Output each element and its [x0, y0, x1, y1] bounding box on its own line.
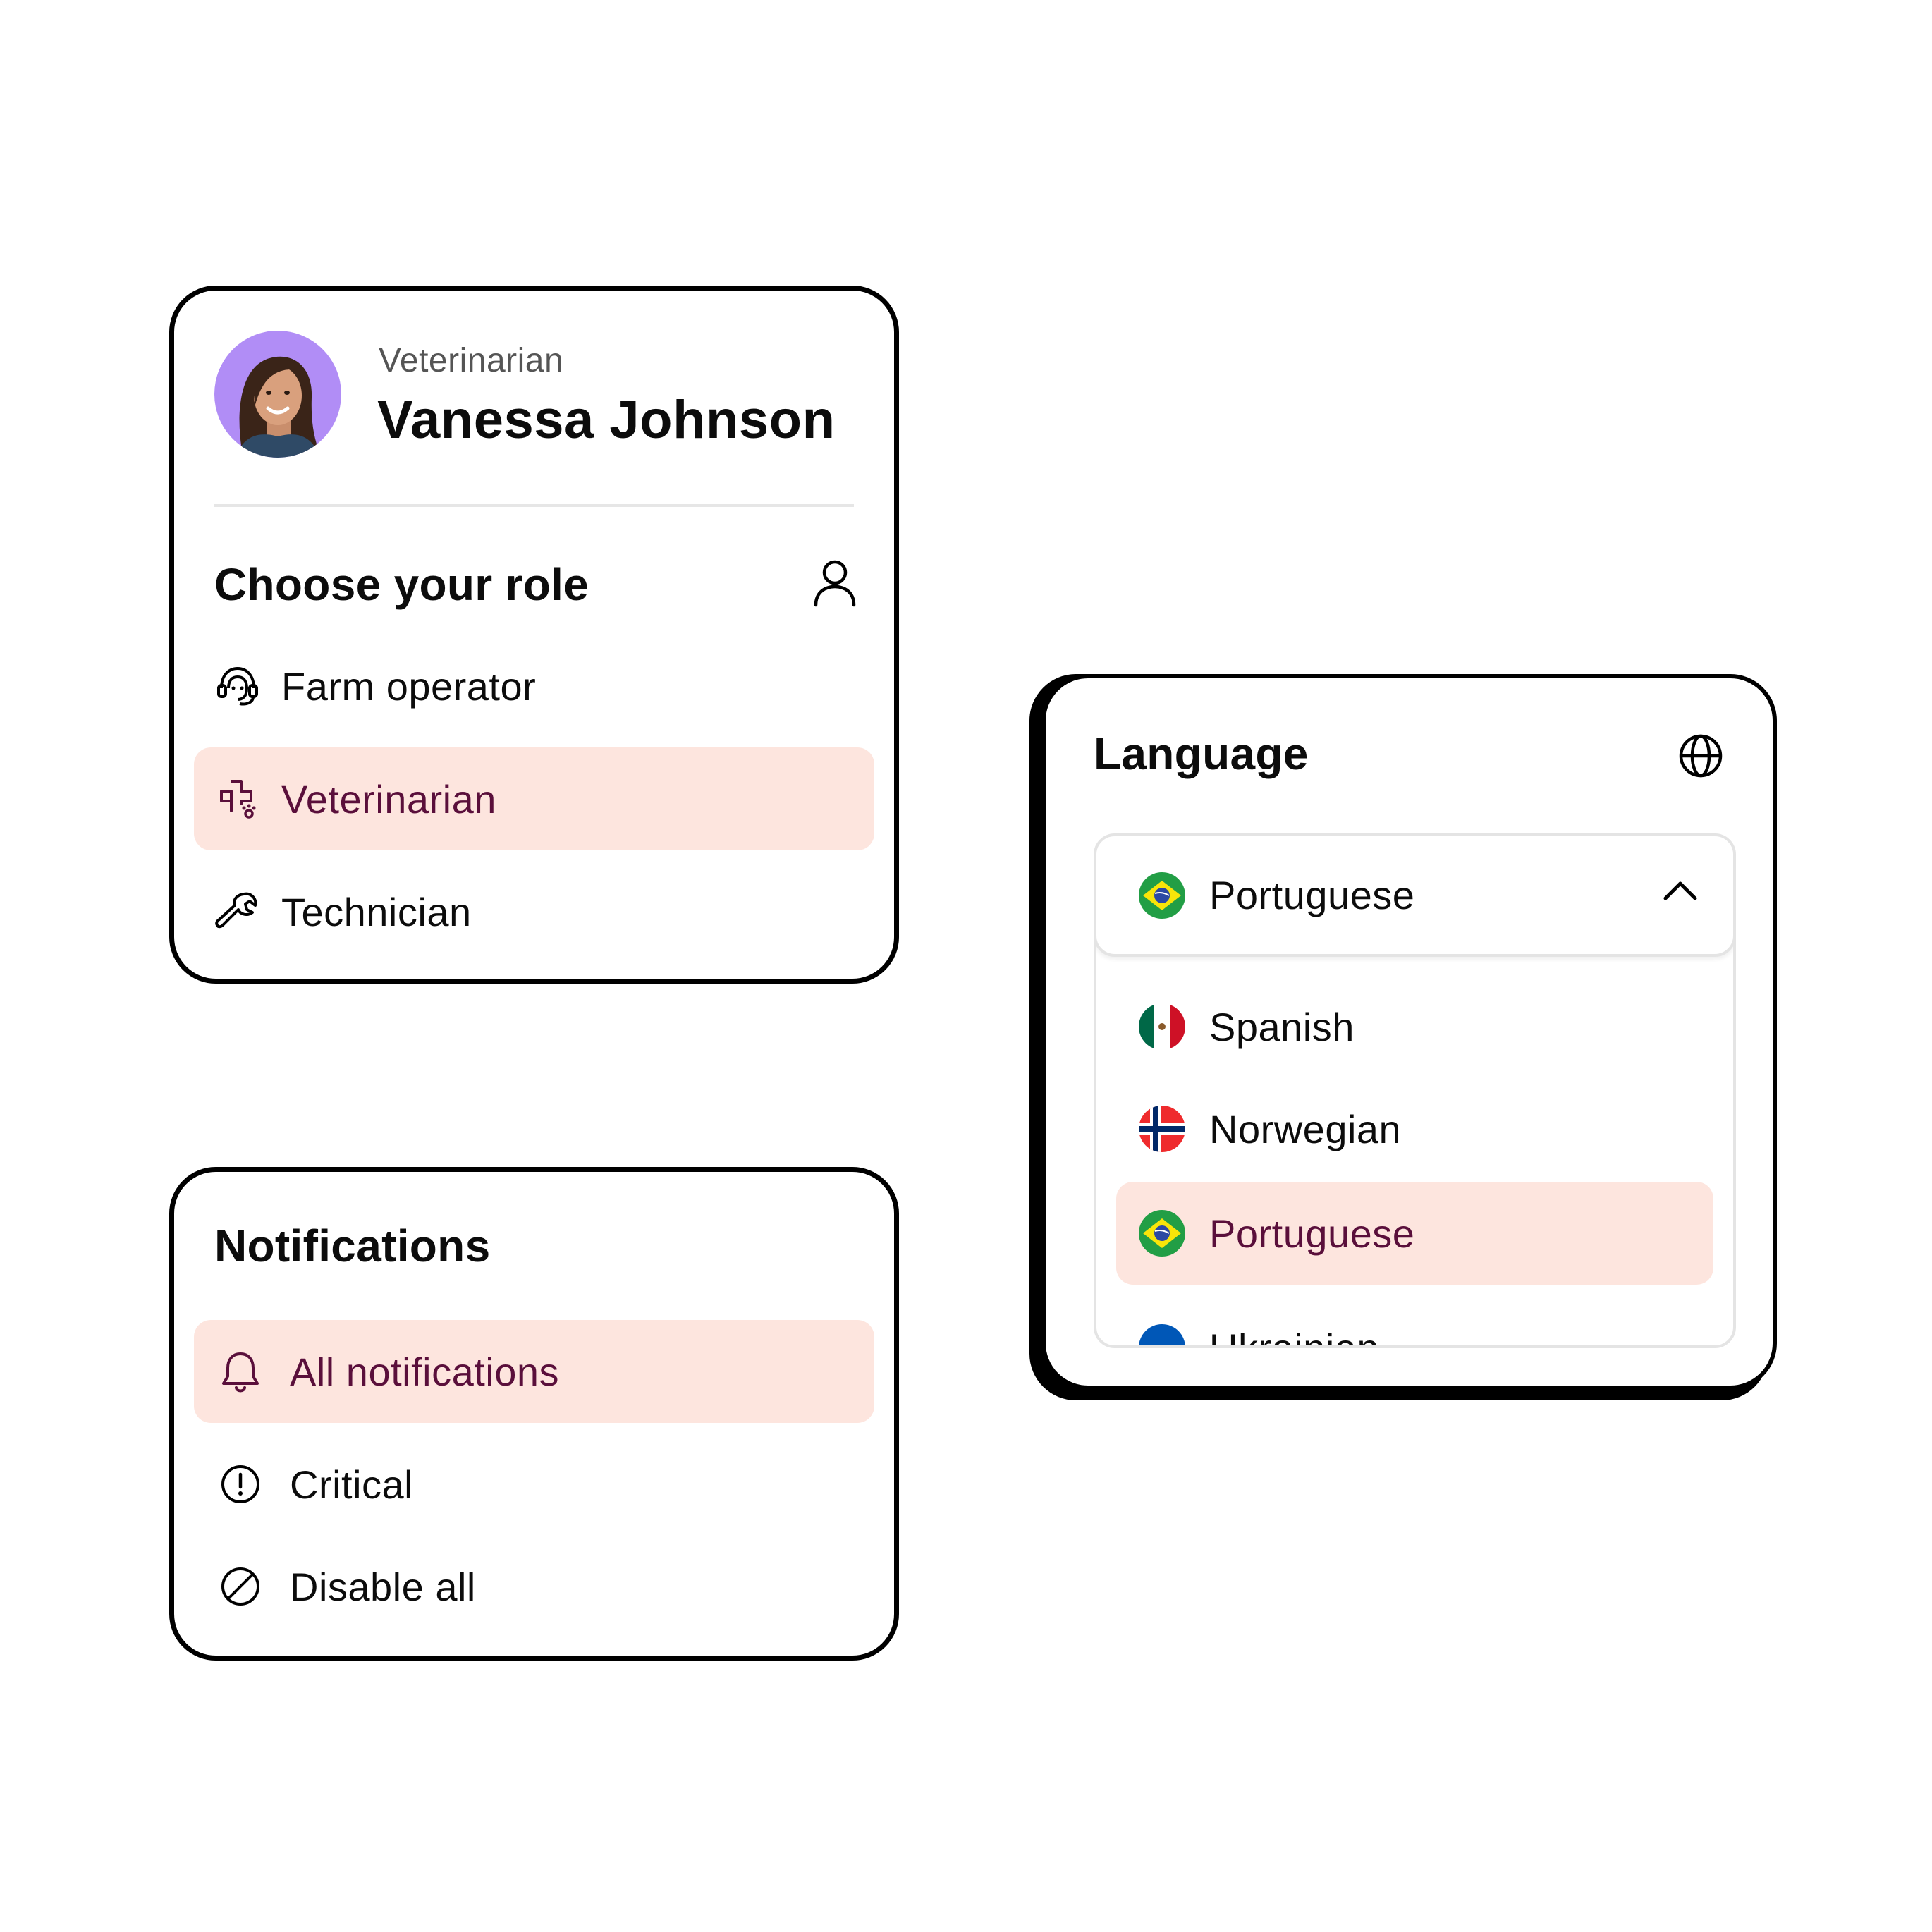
globe-icon [1678, 733, 1723, 778]
role-option-farm-operator[interactable]: Farm operator [194, 635, 874, 738]
role-option-label: Technician [281, 889, 472, 934]
brazil-flag-icon [1139, 872, 1185, 919]
language-card: Language Portuguese Spanish Norwegian Po… [1041, 674, 1777, 1390]
role-option-veterinarian[interactable]: Veterinarian [194, 747, 874, 850]
language-option-ukrainian[interactable]: Ukrainian [1096, 1302, 1733, 1348]
role-section-title: Choose your role [214, 559, 589, 610]
brazil-flag-icon [1139, 1210, 1185, 1257]
alert-circle-icon [218, 1462, 263, 1507]
role-option-technician[interactable]: Technician [194, 860, 874, 963]
avatar [214, 331, 341, 458]
paw-medical-icon [215, 776, 260, 821]
language-selected-value: Portuguese [1209, 873, 1415, 917]
wrench-icon [215, 889, 260, 934]
notifications-card: Notifications All notifications Critical [169, 1167, 899, 1661]
language-title: Language [1094, 728, 1309, 779]
language-option-label: Norwegian [1209, 1106, 1402, 1151]
divider [214, 504, 854, 507]
language-dropdown-panel: Portuguese Spanish Norwegian Portuguese [1094, 833, 1736, 1348]
headset-icon [215, 664, 260, 709]
chevron-up-icon[interactable] [1663, 880, 1698, 901]
role-option-label: Veterinarian [281, 776, 496, 821]
language-option-spanish[interactable]: Spanish [1096, 981, 1733, 1072]
notification-option-label: All notifications [290, 1349, 560, 1394]
notification-option-label: Disable all [290, 1564, 476, 1609]
block-icon [218, 1564, 263, 1609]
notification-option-label: Critical [290, 1462, 414, 1507]
language-option-label: Portuguese [1209, 1211, 1415, 1256]
user-icon [812, 558, 857, 608]
notification-option-all[interactable]: All notifications [194, 1320, 874, 1423]
profile-name: Vanessa Johnson [377, 390, 836, 450]
language-select-trigger[interactable]: Portuguese [1096, 836, 1733, 957]
language-option-label: Spanish [1209, 1004, 1355, 1049]
language-option-label: Ukrainian [1209, 1325, 1380, 1348]
ukraine-flag-icon [1139, 1324, 1185, 1345]
role-option-label: Farm operator [281, 664, 537, 709]
profile-role-caption: Veterinarian [379, 342, 564, 379]
language-option-portuguese[interactable]: Portuguese [1116, 1182, 1713, 1285]
norway-flag-icon [1139, 1106, 1185, 1152]
notifications-title: Notifications [214, 1221, 491, 1271]
language-option-norwegian[interactable]: Norwegian [1096, 1083, 1733, 1175]
bell-icon [218, 1349, 263, 1394]
notification-option-disable-all[interactable]: Disable all [194, 1535, 874, 1638]
role-card: Veterinarian Vanessa Johnson Choose your… [169, 286, 899, 984]
notification-option-critical[interactable]: Critical [194, 1433, 874, 1536]
mexico-flag-icon [1139, 1003, 1185, 1050]
